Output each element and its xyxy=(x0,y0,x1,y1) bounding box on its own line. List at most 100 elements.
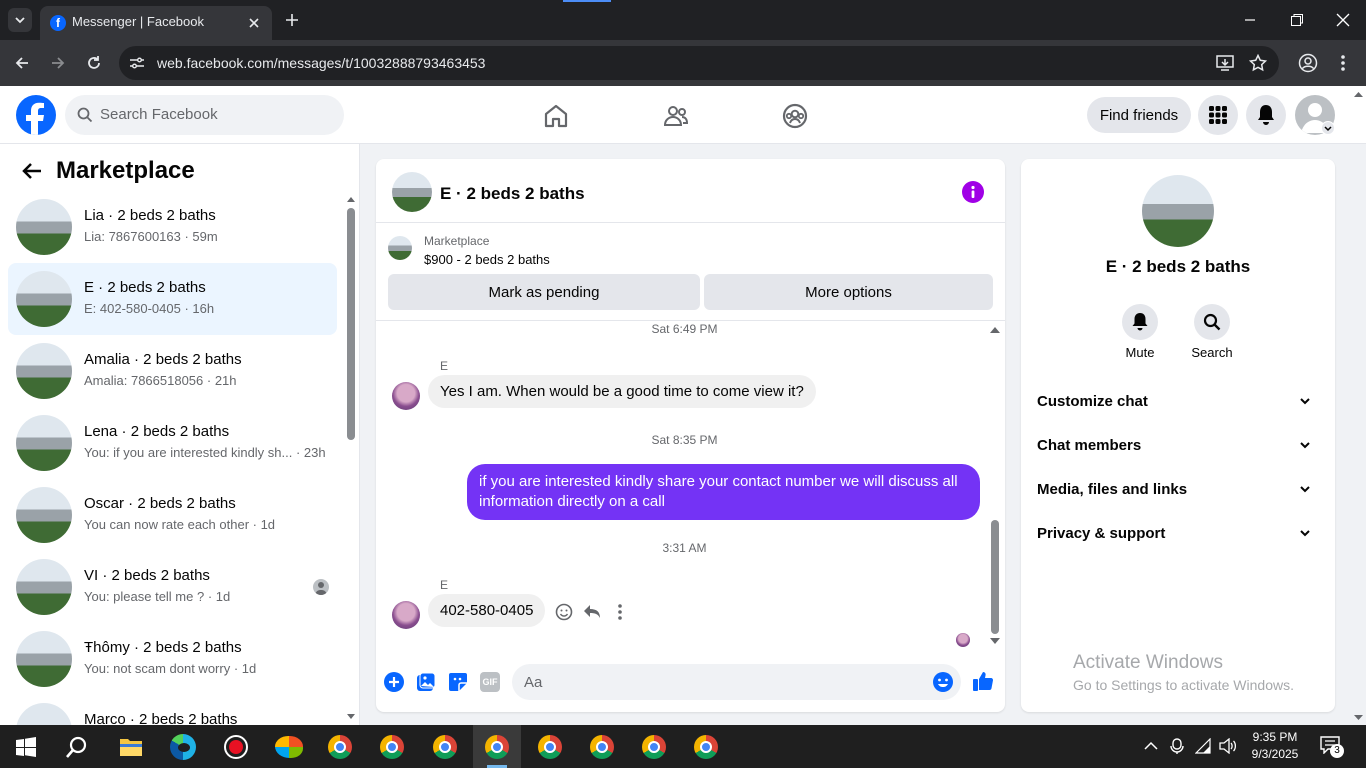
media-files-links-section[interactable]: Media, files and links xyxy=(1037,469,1319,509)
back-arrow-icon[interactable] xyxy=(14,55,30,71)
scroll-down-icon[interactable] xyxy=(347,714,355,720)
details-avatar[interactable] xyxy=(1142,175,1214,247)
chrome-profile-button[interactable] xyxy=(368,725,416,768)
emoji-icon[interactable] xyxy=(932,671,954,693)
volume-icon[interactable] xyxy=(1219,738,1237,754)
mark-as-pending-button[interactable]: Mark as pending xyxy=(388,274,700,310)
new-tab-icon[interactable] xyxy=(285,13,299,27)
incoming-message[interactable]: 402-580-0405 xyxy=(428,594,546,627)
site-settings-icon[interactable] xyxy=(129,56,145,70)
thumbs-up-icon[interactable] xyxy=(972,670,994,692)
mute-button[interactable]: Mute xyxy=(1120,304,1160,360)
conversation-item[interactable]: Marco · 2 beds 2 baths xyxy=(8,695,337,725)
timestamp: 3:31 AM xyxy=(662,541,707,555)
taskbar-clock[interactable]: 9:35 PM 9/3/2025 xyxy=(1244,729,1306,763)
sender-avatar[interactable] xyxy=(392,382,420,410)
find-friends-button[interactable]: Find friends xyxy=(1087,97,1191,133)
outgoing-message[interactable]: if you are interested kindly share your … xyxy=(467,464,980,520)
conversation-info-button[interactable] xyxy=(962,181,984,203)
chrome-button[interactable] xyxy=(316,725,364,768)
thread-scrollbar-thumb[interactable] xyxy=(991,520,999,634)
chrome-button[interactable] xyxy=(682,725,730,768)
chrome-active-window-button[interactable] xyxy=(473,725,521,768)
close-window-icon[interactable] xyxy=(1336,13,1350,27)
address-bar[interactable]: web.facebook.com/messages/t/100328887934… xyxy=(119,46,1279,80)
file-explorer-button[interactable] xyxy=(107,725,155,768)
recorder-app-button[interactable] xyxy=(212,725,260,768)
minimize-icon[interactable] xyxy=(1244,14,1256,26)
add-more-icon[interactable] xyxy=(384,672,404,692)
attach-photo-icon[interactable] xyxy=(416,672,436,692)
left-scrollbar[interactable] xyxy=(345,194,357,724)
browser-menu-icon[interactable] xyxy=(1340,54,1346,72)
restore-icon[interactable] xyxy=(1290,13,1304,27)
chrome-icon xyxy=(433,734,457,759)
tab-title: Messenger | Facebook xyxy=(72,14,204,29)
paint-app-button[interactable] xyxy=(265,725,313,768)
gif-button[interactable]: GIF xyxy=(480,672,500,692)
conversation-details-panel: E · 2 beds 2 baths Mute Search Customize… xyxy=(1021,159,1335,712)
conversation-item[interactable]: Amalia · 2 beds 2 baths Amalia: 78665180… xyxy=(8,335,337,407)
chevron-up-icon[interactable] xyxy=(1144,741,1158,751)
back-arrow-icon[interactable] xyxy=(22,162,42,180)
scroll-up-icon[interactable] xyxy=(990,326,1000,333)
tab-search-button[interactable] xyxy=(8,8,32,32)
profile-icon[interactable] xyxy=(1298,53,1318,73)
conversation-item[interactable]: VI · 2 beds 2 baths You: please tell me … xyxy=(8,551,337,623)
reload-icon[interactable] xyxy=(86,55,102,71)
chrome-profile-button[interactable] xyxy=(578,725,626,768)
sender-avatar[interactable] xyxy=(392,601,420,629)
reply-icon[interactable] xyxy=(583,603,601,621)
page-scroll-down-icon[interactable] xyxy=(1354,715,1363,721)
page-scroll-up-icon[interactable] xyxy=(1354,91,1363,97)
chat-avatar[interactable] xyxy=(392,172,432,212)
chevron-down-icon xyxy=(15,17,25,24)
friends-icon[interactable] xyxy=(663,103,689,129)
scroll-up-icon[interactable] xyxy=(347,196,355,202)
chrome-profile-button[interactable] xyxy=(421,725,469,768)
home-icon[interactable] xyxy=(543,103,569,129)
conversation-item[interactable]: Oscar · 2 beds 2 baths You can now rate … xyxy=(8,479,337,551)
sticker-icon[interactable] xyxy=(448,672,468,692)
conversation-title: VI · 2 beds 2 baths xyxy=(84,567,210,584)
meet-now-icon[interactable] xyxy=(1170,738,1184,754)
conversation-item[interactable]: Ŧhômy · 2 beds 2 baths You: not scam don… xyxy=(8,623,337,695)
start-button[interactable] xyxy=(2,725,50,768)
conversation-item[interactable]: Lia · 2 beds 2 baths Lia: 7867600163 · 5… xyxy=(8,191,337,263)
clock-date: 9/3/2025 xyxy=(1251,747,1299,761)
react-emoji-icon[interactable] xyxy=(555,603,573,621)
privacy-support-section[interactable]: Privacy & support xyxy=(1037,513,1319,553)
notification-center-button[interactable]: 3 xyxy=(1320,736,1344,758)
chat-title[interactable]: E · 2 beds 2 baths xyxy=(440,184,585,204)
install-app-icon[interactable] xyxy=(1216,55,1234,71)
chat-members-section[interactable]: Chat members xyxy=(1037,425,1319,465)
bookmark-star-icon[interactable] xyxy=(1249,54,1267,72)
groups-icon[interactable] xyxy=(782,103,808,129)
forward-arrow-icon[interactable] xyxy=(50,55,66,71)
wifi-icon[interactable] xyxy=(1195,738,1211,754)
close-tab-icon[interactable] xyxy=(248,17,260,29)
conversation-preview: You: not scam dont worry · 1d xyxy=(84,661,257,676)
search-in-conversation-button[interactable]: Search xyxy=(1188,304,1236,360)
listing-thumbnail[interactable] xyxy=(388,236,412,260)
listing-price[interactable]: $900 - 2 beds 2 baths xyxy=(424,252,550,267)
scroll-down-icon[interactable] xyxy=(990,638,1000,645)
account-dropdown-badge[interactable] xyxy=(1321,121,1335,135)
incoming-message[interactable]: Yes I am. When would be a good time to c… xyxy=(428,375,816,408)
facebook-logo-icon[interactable] xyxy=(16,95,56,135)
conversation-item[interactable]: Lena · 2 beds 2 baths You: if you are in… xyxy=(8,407,337,479)
message-more-icon[interactable] xyxy=(617,603,623,621)
message-input[interactable]: Aa xyxy=(512,664,961,700)
more-options-button[interactable]: More options xyxy=(704,274,993,310)
chrome-profile-button[interactable] xyxy=(526,725,574,768)
conversation-item-selected[interactable]: E · 2 beds 2 baths E: 402-580-0405 · 16h xyxy=(8,263,337,335)
scrollbar-thumb[interactable] xyxy=(347,208,355,440)
notifications-button[interactable] xyxy=(1246,95,1286,135)
edge-button[interactable] xyxy=(159,725,207,768)
chrome-profile-button[interactable] xyxy=(630,725,678,768)
browser-tab-messenger[interactable]: f Messenger | Facebook xyxy=(40,6,272,40)
taskbar-search-button[interactable] xyxy=(53,725,101,768)
customize-chat-section[interactable]: Customize chat xyxy=(1037,381,1319,421)
menu-grid-button[interactable] xyxy=(1198,95,1238,135)
facebook-search-input[interactable]: Search Facebook xyxy=(65,95,344,135)
